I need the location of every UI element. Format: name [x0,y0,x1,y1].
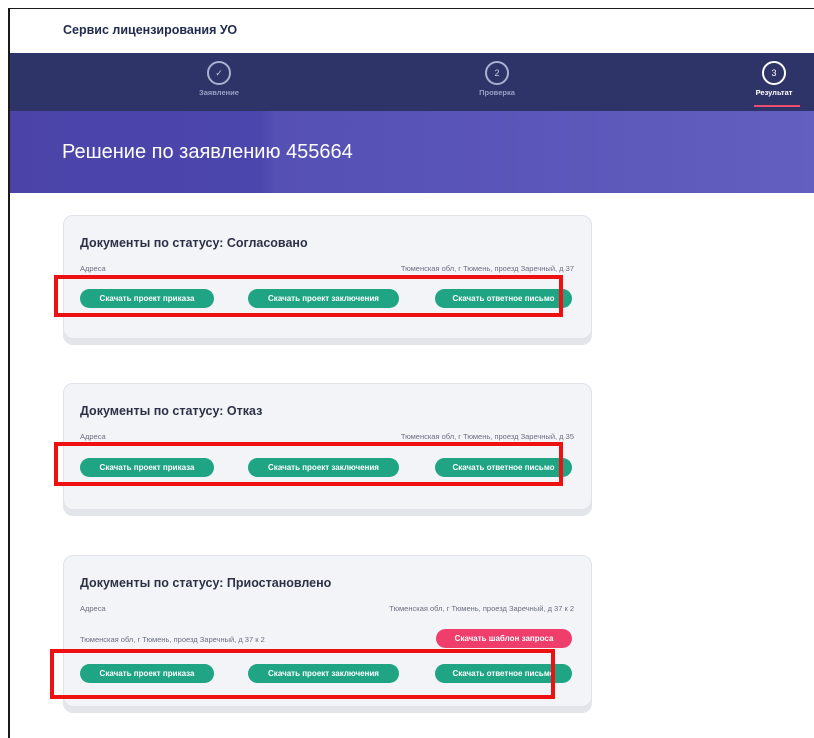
request-address: Тюменская обл, г Тюмень, проезд Заречный… [80,635,265,644]
address-value: Тюменская обл, г Тюмень, проезд Заречный… [400,432,574,441]
download-request-template-button[interactable]: Скачать шаблон запроса [436,629,572,648]
progress-stepper: ✓ Заявление 2 Проверка 3 Результат [10,53,814,111]
download-conclusion-draft-button[interactable]: Скачать проект заключения [248,289,399,308]
main-content: Документы по статусу: Согласовано Адреса… [10,193,814,738]
download-conclusion-draft-button[interactable]: Скачать проект заключения [248,664,399,683]
status-card-suspended: Документы по статусу: Приостановлено Адр… [63,555,592,707]
top-bar: Сервис лицензирования УО [10,9,814,54]
checkmark-icon: ✓ [207,61,231,85]
download-reply-letter-button[interactable]: Скачать ответное письмо [435,289,572,308]
step-label: Результат [755,88,793,97]
step-label: Заявление [199,88,239,97]
download-reply-letter-button[interactable]: Скачать ответное письмо [435,458,572,477]
step-application[interactable]: ✓ Заявление [179,61,259,97]
address-label: Адреса [80,264,106,273]
page-title: Решение по заявлению 455664 [62,141,353,163]
address-value: Тюменская обл, г Тюмень, проезд Заречный… [400,264,574,273]
download-order-draft-button[interactable]: Скачать проект приказа [80,664,214,683]
download-conclusion-draft-button[interactable]: Скачать проект заключения [248,458,399,477]
download-reply-letter-button[interactable]: Скачать ответное письмо [435,664,572,683]
status-card-refused: Документы по статусу: Отказ Адреса Тюмен… [63,383,592,510]
download-order-draft-button[interactable]: Скачать проект приказа [80,458,214,477]
card-title: Документы по статусу: Согласовано [80,236,308,250]
active-step-indicator [754,105,800,107]
step-label: Проверка [479,88,515,97]
card-title: Документы по статусу: Приостановлено [80,576,332,590]
step-result[interactable]: 3 Результат [734,61,814,107]
page-banner: Решение по заявлению 455664 [10,111,814,193]
step-number: 3 [762,61,786,85]
download-order-draft-button[interactable]: Скачать проект приказа [80,289,214,308]
status-card-approved: Документы по статусу: Согласовано Адреса… [63,215,592,339]
step-check[interactable]: 2 Проверка [457,61,537,97]
app-window: Сервис лицензирования УО ✓ Заявление 2 П… [8,8,814,738]
address-label: Адреса [80,604,106,613]
address-value: Тюменская обл, г Тюмень, проезд Заречный… [389,604,574,613]
app-title: Сервис лицензирования УО [63,23,238,37]
step-number: 2 [485,61,509,85]
address-label: Адреса [80,432,106,441]
card-title: Документы по статусу: Отказ [80,404,263,418]
